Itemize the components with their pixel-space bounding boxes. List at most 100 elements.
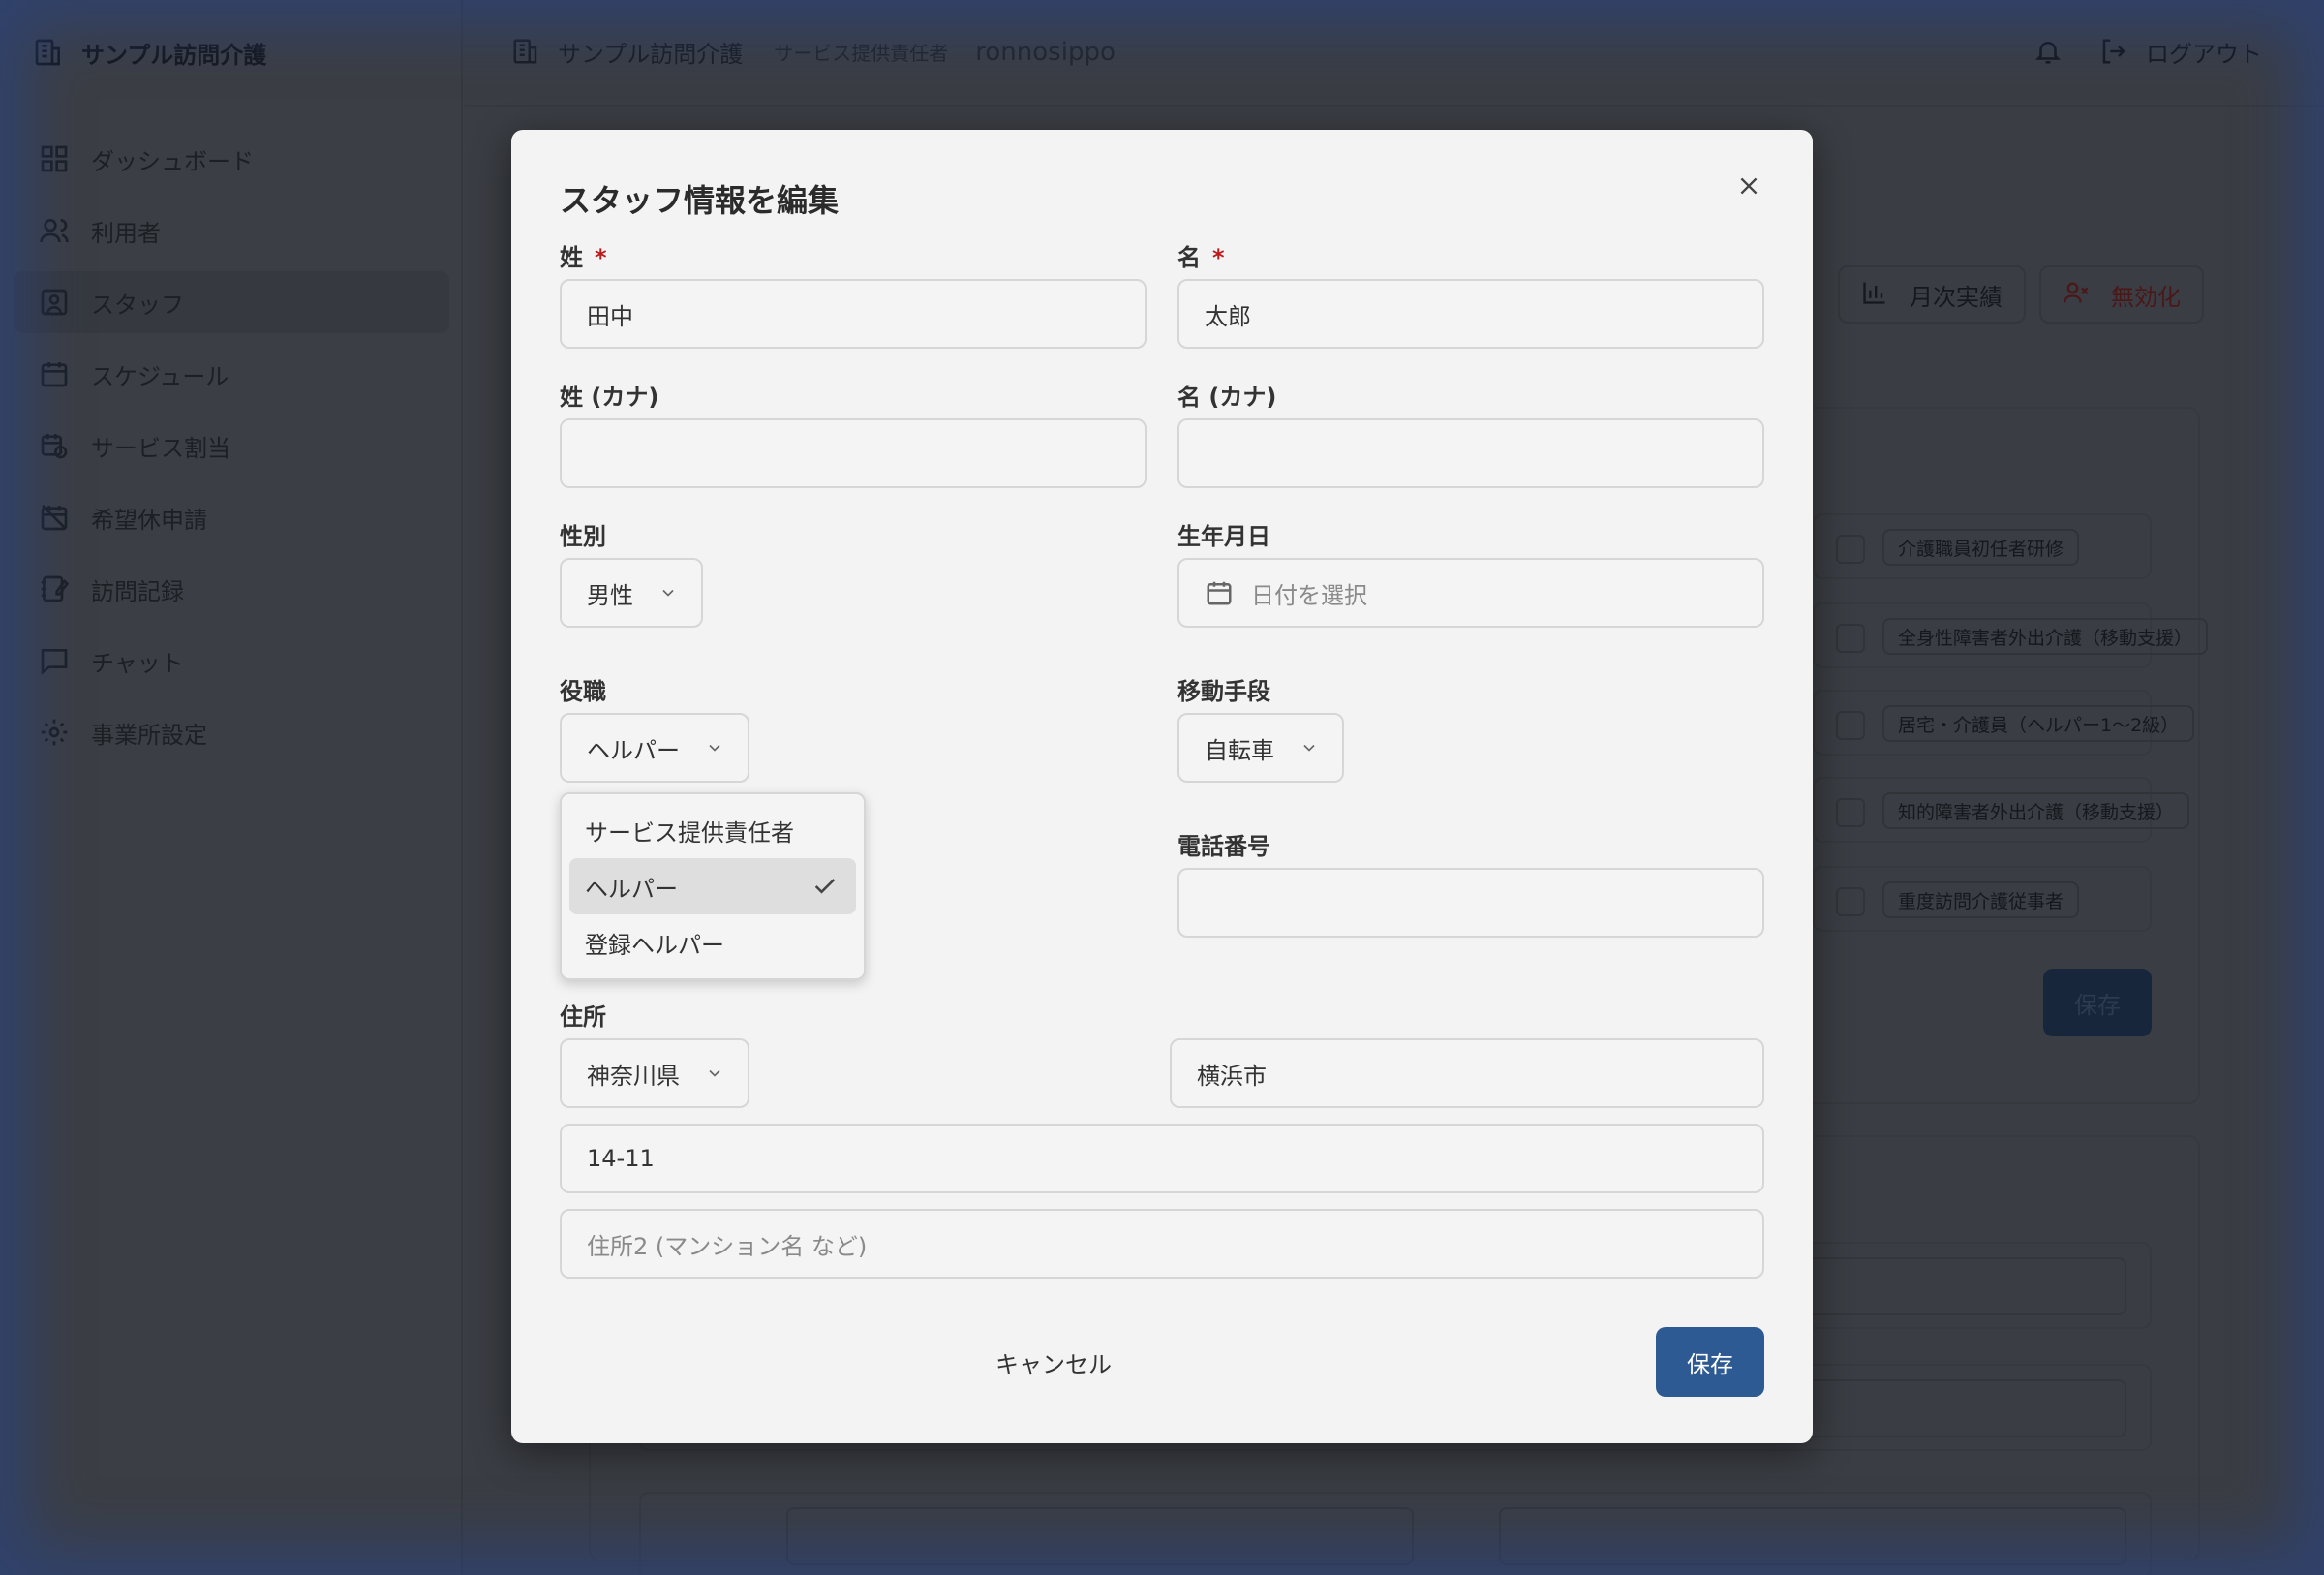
last-name-kana-input[interactable] bbox=[560, 418, 1147, 488]
option-label: サービス提供責任者 bbox=[585, 818, 794, 847]
qualification-item[interactable]: 介護職員初任者研修 bbox=[1813, 513, 2152, 579]
header-role: サービス提供責任者 bbox=[774, 42, 949, 65]
street-input[interactable]: 14-11 bbox=[560, 1124, 1764, 1193]
qualification-tag: 重度訪問介護従事者 bbox=[1882, 881, 2080, 918]
transport-select[interactable]: 自転車 bbox=[1177, 713, 1344, 783]
sidebar-brand-name: サンプル訪問介護 bbox=[81, 41, 267, 69]
position-option-service-manager[interactable]: サービス提供責任者 bbox=[569, 802, 856, 858]
address-label: 住所 bbox=[560, 1004, 606, 1031]
cancel-button[interactable]: キャンセル bbox=[964, 1327, 1143, 1397]
last-name-label: 姓 * bbox=[560, 238, 607, 272]
sidebar-item-clients[interactable]: 利用者 bbox=[14, 200, 449, 262]
position-option-registered-helper[interactable]: 登録ヘルパー bbox=[569, 914, 856, 971]
qualification-item[interactable]: 全身性障害者外出介護（移動支援） bbox=[1813, 602, 2209, 668]
sidebar: サンプル訪問介護 ダッシュボード 利用者 スタッフ スケジュール サービス割当 bbox=[0, 0, 463, 1575]
sidebar-item-service-assign[interactable]: サービス割当 bbox=[14, 415, 449, 477]
birthdate-label: 生年月日 bbox=[1177, 523, 1270, 550]
deactivate-label: 無効化 bbox=[2111, 283, 2181, 311]
calendar-icon bbox=[39, 358, 70, 389]
address-line2-input[interactable]: 住所2 (マンション名 など) bbox=[560, 1209, 1764, 1279]
monthly-report-label: 月次実績 bbox=[1910, 283, 2003, 311]
last-name-kana-label: 姓 (カナ) bbox=[560, 384, 659, 411]
gear-icon bbox=[39, 717, 70, 748]
required-mark: * bbox=[595, 244, 607, 271]
first-name-label: 名 * bbox=[1177, 238, 1225, 272]
close-button[interactable] bbox=[1728, 165, 1770, 207]
qualification-checkbox[interactable] bbox=[1836, 535, 1865, 564]
sidebar-item-staff[interactable]: スタッフ bbox=[14, 271, 449, 333]
staff-icon bbox=[39, 287, 70, 318]
sidebar-item-label: スタッフ bbox=[91, 291, 184, 319]
phone-label: 電話番号 bbox=[1177, 833, 1270, 860]
sidebar-item-label: 事業所設定 bbox=[91, 721, 207, 749]
check-icon bbox=[811, 873, 839, 900]
sidebar-item-visit-records[interactable]: 訪問記録 bbox=[14, 558, 449, 620]
save-button[interactable]: 保存 bbox=[1656, 1327, 1764, 1397]
option-label: 登録ヘルパー bbox=[585, 931, 724, 959]
dashboard-icon bbox=[39, 143, 70, 174]
sidebar-nav: ダッシュボード 利用者 スタッフ スケジュール サービス割当 希望休申請 訪問記… bbox=[14, 128, 449, 773]
qualification-tag: 知的障害者外出介護（移動支援） bbox=[1882, 792, 2190, 829]
logout-icon bbox=[2099, 37, 2130, 68]
background-save-button[interactable]: 保存 bbox=[2043, 969, 2152, 1036]
chevron-down-icon bbox=[1300, 738, 1319, 757]
qualification-item[interactable]: 重度訪問介護従事者 bbox=[1813, 866, 2152, 932]
sidebar-item-label: 訪問記録 bbox=[91, 577, 184, 605]
sidebar-item-schedule[interactable]: スケジュール bbox=[14, 343, 449, 405]
building-icon bbox=[511, 37, 542, 68]
sidebar-item-dashboard[interactable]: ダッシュボード bbox=[14, 128, 449, 190]
monthly-report-button[interactable]: 月次実績 bbox=[1838, 265, 2026, 324]
qualification-checkbox[interactable] bbox=[1836, 798, 1865, 827]
time-field[interactable] bbox=[1499, 1507, 2126, 1565]
calendar-clock-icon bbox=[39, 430, 70, 461]
deactivate-button[interactable]: 無効化 bbox=[2039, 265, 2204, 324]
qualification-checkbox[interactable] bbox=[1836, 624, 1865, 653]
chevron-down-icon bbox=[705, 738, 724, 757]
qualification-checkbox[interactable] bbox=[1836, 887, 1865, 916]
qualification-checkbox[interactable] bbox=[1836, 711, 1865, 740]
transport-value: 自転車 bbox=[1205, 736, 1274, 764]
birthdate-picker[interactable]: 日付を選択 bbox=[1177, 558, 1764, 628]
position-option-helper[interactable]: ヘルパー bbox=[569, 858, 856, 914]
dialog-title: スタッフ情報を編集 bbox=[560, 182, 840, 219]
qualification-item[interactable]: 居宅・介護員（ヘルパー1〜2級） bbox=[1813, 690, 2195, 756]
first-name-kana-input[interactable] bbox=[1177, 418, 1764, 488]
position-label: 役職 bbox=[560, 678, 606, 705]
top-bar: サンプル訪問介護 サービス提供責任者 ronnosippo ログアウト bbox=[465, 0, 2324, 107]
prefecture-value: 神奈川県 bbox=[587, 1062, 680, 1090]
sidebar-item-chat[interactable]: チャット bbox=[14, 630, 449, 692]
position-select[interactable]: ヘルパー bbox=[560, 713, 749, 783]
phone-input[interactable] bbox=[1177, 868, 1764, 938]
time-field[interactable] bbox=[786, 1507, 1414, 1565]
gender-value: 男性 bbox=[587, 581, 633, 609]
sidebar-item-leave-request[interactable]: 希望休申請 bbox=[14, 486, 449, 548]
first-name-label-text: 名 bbox=[1177, 244, 1201, 271]
qualification-item[interactable]: 知的障害者外出介護（移動支援） bbox=[1813, 777, 2190, 843]
header-org: サンプル訪問介護 サービス提供責任者 ronnosippo bbox=[511, 35, 1116, 69]
city-input[interactable]: 横浜市 bbox=[1170, 1038, 1764, 1108]
notebook-pen-icon bbox=[39, 573, 70, 604]
calendar-icon bbox=[1205, 578, 1234, 607]
logout-button[interactable]: ログアウト bbox=[2099, 35, 2262, 69]
edit-staff-dialog: スタッフ情報を編集 姓 * 田中 名 * 太郎 姓 (カナ) 名 (カナ) 性別 男… bbox=[511, 130, 1813, 1443]
users-icon bbox=[39, 215, 70, 246]
gender-label: 性別 bbox=[560, 523, 606, 550]
sidebar-item-office-settings[interactable]: 事業所設定 bbox=[14, 701, 449, 763]
chat-icon bbox=[39, 645, 70, 676]
sidebar-item-label: ダッシュボード bbox=[91, 147, 254, 175]
sidebar-item-label: スケジュール bbox=[91, 362, 229, 390]
header-actions: ログアウト bbox=[2034, 35, 2262, 69]
option-label: ヘルパー bbox=[585, 875, 678, 903]
bar-chart-icon bbox=[1861, 279, 1892, 310]
sidebar-item-label: サービス割当 bbox=[91, 434, 230, 462]
sidebar-item-label: 希望休申請 bbox=[91, 506, 207, 534]
first-name-input[interactable]: 太郎 bbox=[1177, 279, 1764, 349]
bell-icon[interactable] bbox=[2034, 37, 2064, 68]
gender-select[interactable]: 男性 bbox=[560, 558, 703, 628]
last-name-label-text: 姓 bbox=[560, 244, 583, 271]
prefecture-select[interactable]: 神奈川県 bbox=[560, 1038, 749, 1108]
calendar-off-icon bbox=[39, 502, 70, 533]
building-icon bbox=[33, 37, 64, 68]
last-name-input[interactable]: 田中 bbox=[560, 279, 1147, 349]
qualification-tag: 居宅・介護員（ヘルパー1〜2級） bbox=[1882, 705, 2195, 742]
